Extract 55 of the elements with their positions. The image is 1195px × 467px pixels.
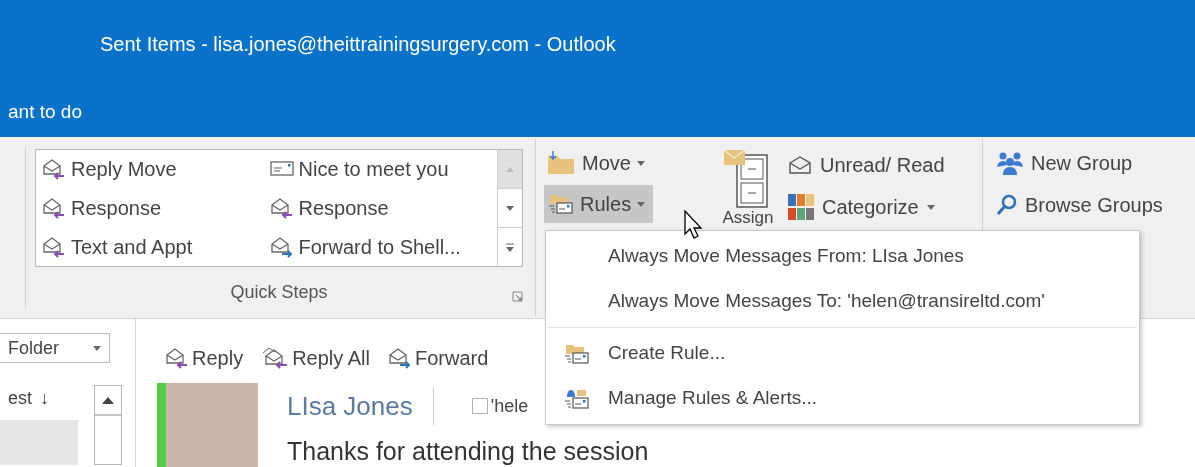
dropdown-caret-icon xyxy=(926,204,935,210)
people-group-icon xyxy=(995,151,1025,175)
reply-mail-icon xyxy=(42,235,66,258)
dropdown-caret-icon xyxy=(636,160,645,166)
move-button[interactable]: Move xyxy=(544,145,647,181)
browse-groups-button[interactable]: Browse Groups xyxy=(995,187,1163,223)
rules-button[interactable]: Rules xyxy=(544,185,654,223)
sort-order-button[interactable]: est ↓ xyxy=(0,385,49,412)
reply-mail-icon xyxy=(42,158,66,181)
quick-step-item[interactable]: Response xyxy=(42,188,270,228)
message-action-button[interactable]: Forward xyxy=(387,343,489,373)
scrollbar[interactable] xyxy=(94,385,122,465)
message-action-button[interactable]: Reply xyxy=(165,343,244,373)
new-group-button[interactable]: New Group xyxy=(995,145,1133,181)
group-label: Quick Steps xyxy=(230,281,328,304)
window-title: Sent Items - lisa.jones@theittrainingsurgery.com - Outlook xyxy=(100,32,616,57)
message-subject: Thanks for attending the session xyxy=(287,436,649,467)
unread-read-button[interactable]: Unread/ Read xyxy=(788,147,945,183)
categorize-button[interactable]: Categorize xyxy=(788,189,935,225)
open-envelope-icon xyxy=(788,155,812,175)
gallery-scroll-up[interactable] xyxy=(498,150,522,189)
quick-step-item[interactable]: Forward to Shell... xyxy=(269,227,497,266)
reply-mail-icon xyxy=(42,197,66,219)
up-arrow-icon xyxy=(102,396,114,404)
message-action-button[interactable]: Reply All xyxy=(261,343,370,373)
reply-all-mail-icon xyxy=(261,347,290,369)
reply-mail-icon xyxy=(269,197,294,219)
note-card-icon xyxy=(269,160,294,179)
color-grid-icon xyxy=(788,194,814,220)
dialog-launcher-icon[interactable] xyxy=(512,291,523,302)
search-icon xyxy=(995,193,1019,217)
menu-item[interactable]: Always Move Messages To: 'helen@transireltd.com' xyxy=(546,279,1139,324)
folder-icon xyxy=(546,150,576,176)
recipient-name: 'hele xyxy=(490,394,529,418)
down-caret-icon xyxy=(506,205,514,211)
dropdown-caret-icon xyxy=(637,201,646,207)
assign-label[interactable]: Assign xyxy=(722,209,774,227)
menu-item[interactable]: Create Rule... xyxy=(546,331,1139,376)
quick-step-item[interactable]: Text and Appt xyxy=(42,227,270,266)
dropdown-caret-icon xyxy=(93,345,101,351)
forward-mail-icon xyxy=(387,347,412,369)
quick-step-item[interactable]: Reply Move xyxy=(42,150,270,189)
folder-dropdown[interactable]: Folder xyxy=(0,333,110,363)
quick-step-item[interactable]: Nice to meet you xyxy=(269,150,497,189)
menu-item[interactable]: Always Move Messages From: LIsa Jones xyxy=(546,234,1139,279)
reply-mail-icon xyxy=(165,347,189,369)
up-caret-icon xyxy=(506,166,514,172)
rules-icon xyxy=(548,192,574,216)
sender-name: LIsa Jones xyxy=(287,386,434,426)
forward-mail-icon xyxy=(269,235,294,258)
expand-icon xyxy=(505,242,515,252)
recipient-checkbox[interactable] xyxy=(471,398,488,414)
menu-item[interactable]: Manage Rules & Alerts... xyxy=(546,376,1139,421)
tell-me-text[interactable]: ant to do xyxy=(8,98,82,127)
quick-step-item[interactable]: Response xyxy=(269,188,497,228)
